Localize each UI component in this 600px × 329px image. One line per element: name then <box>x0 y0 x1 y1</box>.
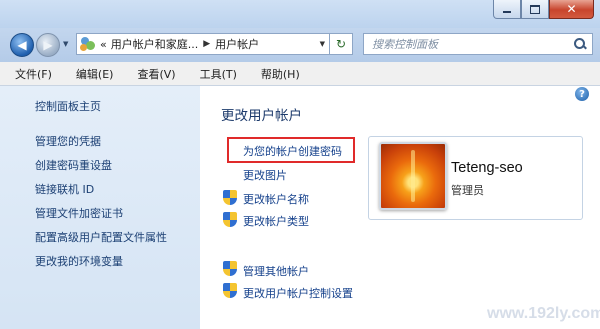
watermark: www.192ly.com <box>487 305 600 322</box>
page-title: 更改用户帐户 <box>221 108 302 124</box>
change-account-name-link[interactable]: 更改帐户名称 <box>243 191 309 207</box>
menu-view[interactable]: 查看(V) <box>122 66 184 82</box>
close-icon: ✕ <box>566 2 577 16</box>
back-arrow-icon: ◀ <box>17 38 27 52</box>
user-role: 管理员 <box>451 184 484 197</box>
uac-settings-link[interactable]: 更改用户帐户控制设置 <box>243 285 353 301</box>
menu-file[interactable]: 文件(F) <box>0 66 61 82</box>
sidebar-item-control-panel-home[interactable]: 控制面板主页 <box>35 98 101 114</box>
menu-tools[interactable]: 工具(T) <box>185 66 246 82</box>
recent-pages-dropdown[interactable]: ▼ <box>63 40 68 48</box>
uac-shield-icon <box>223 190 237 206</box>
close-button[interactable]: ✕ <box>549 0 594 19</box>
forward-button[interactable]: ▶ <box>36 33 60 57</box>
sidebar-item-link-online-id[interactable]: 链接联机 ID <box>35 181 94 197</box>
minimize-button[interactable] <box>493 0 521 19</box>
user-avatar <box>379 142 447 210</box>
maximize-button[interactable] <box>521 0 549 19</box>
refresh-icon: ↻ <box>335 37 347 51</box>
breadcrumb-separator-icon[interactable]: ▶ <box>203 39 210 49</box>
window-controls: ✕ <box>493 0 594 19</box>
uac-shield-icon <box>223 283 237 299</box>
breadcrumb-overflow-icon[interactable]: « <box>100 38 107 51</box>
sidebar-item-environment-variables[interactable]: 更改我的环境变量 <box>35 253 123 269</box>
help-icon[interactable]: ? <box>575 87 589 101</box>
sidebar-item-manage-credentials[interactable]: 管理您的凭据 <box>35 133 101 149</box>
search-input[interactable] <box>370 36 572 52</box>
search-icon[interactable] <box>572 36 588 52</box>
change-picture-link[interactable]: 更改图片 <box>243 167 287 183</box>
minimize-icon <box>503 10 511 13</box>
menu-edit[interactable]: 编辑(E) <box>61 66 123 82</box>
title-bar: ✕ <box>0 0 600 28</box>
forward-arrow-icon: ▶ <box>43 38 53 52</box>
sidebar-item-create-password-reset-disk[interactable]: 创建密码重设盘 <box>35 157 112 173</box>
uac-shield-icon <box>223 212 237 228</box>
create-password-link[interactable]: 为您的帐户创建密码 <box>243 143 342 159</box>
maximize-icon <box>530 4 540 14</box>
breadcrumb-user-accounts-family[interactable]: 用户帐户和家庭... <box>111 36 199 52</box>
search-box[interactable] <box>363 33 593 55</box>
sidebar-item-advanced-profile-properties[interactable]: 配置高级用户配置文件属性 <box>35 229 167 245</box>
user-accounts-icon <box>80 37 96 51</box>
back-button[interactable]: ◀ <box>10 33 34 57</box>
menu-bar: 文件(F) 编辑(E) 查看(V) 工具(T) 帮助(H) <box>0 62 600 86</box>
manage-other-accounts-link[interactable]: 管理其他帐户 <box>243 263 309 279</box>
menu-help[interactable]: 帮助(H) <box>246 66 309 82</box>
navigation-bar: ◀ ▶ ▼ « 用户帐户和家庭... ▶ 用户帐户 ▼ ↻ <box>0 28 600 62</box>
control-panel-window: ✕ ◀ ▶ ▼ « 用户帐户和家庭... ▶ 用户帐户 ▼ ↻ 文件(F) 编辑… <box>0 0 600 329</box>
address-bar[interactable]: « 用户帐户和家庭... ▶ 用户帐户 ▼ <box>76 33 330 55</box>
uac-shield-icon <box>223 261 237 277</box>
breadcrumb-user-accounts[interactable]: 用户帐户 <box>215 36 259 52</box>
change-account-type-link[interactable]: 更改帐户类型 <box>243 213 309 229</box>
refresh-button[interactable]: ↻ <box>330 33 353 55</box>
user-name: Teteng-seo <box>451 160 523 176</box>
address-dropdown-icon[interactable]: ▼ <box>320 40 325 48</box>
sidebar-item-manage-encryption-certificates[interactable]: 管理文件加密证书 <box>35 205 123 221</box>
